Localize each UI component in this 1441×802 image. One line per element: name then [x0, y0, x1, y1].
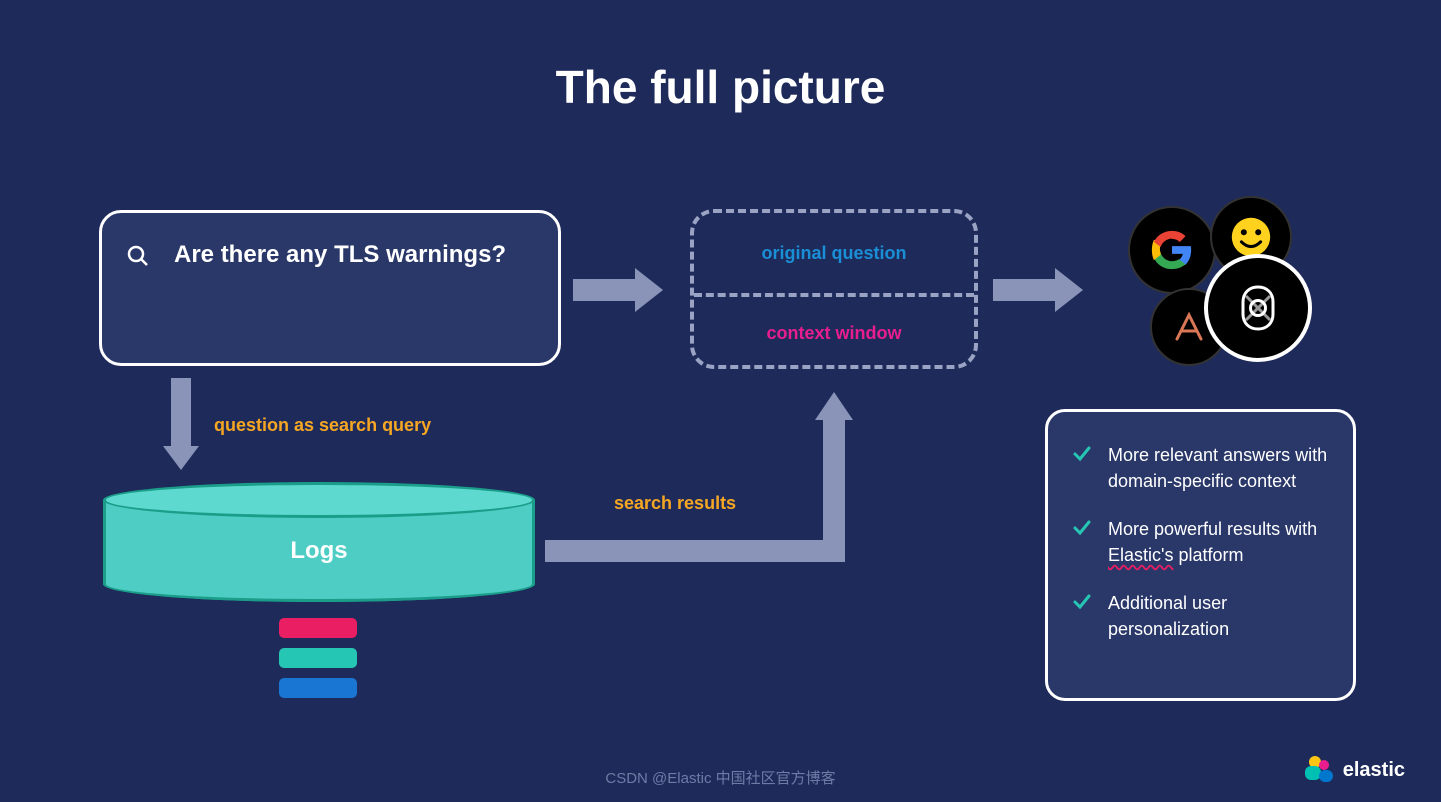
arrow-question-to-logs: [163, 378, 199, 470]
benefit-text: Additional user personalization: [1108, 590, 1329, 642]
search-question-text: Are there any TLS warnings?: [174, 241, 506, 269]
benefit-item: More powerful results with Elastic's pla…: [1072, 516, 1329, 568]
openai-logo-icon: [1204, 254, 1312, 362]
benefit-text: More powerful results with Elastic's pla…: [1108, 516, 1329, 568]
elastic-logo: elastic: [1305, 756, 1405, 784]
benefits-panel: More relevant answers with domain-specif…: [1045, 409, 1356, 701]
elastic-logo-icon: [1305, 756, 1335, 784]
benefit-text: More relevant answers with domain-specif…: [1108, 442, 1329, 494]
check-icon: [1072, 592, 1092, 612]
label-question-as-query: question as search query: [214, 415, 431, 436]
label-search-results: search results: [614, 493, 736, 514]
arrow-question-to-context: [573, 268, 663, 312]
benefit-item: Additional user personalization: [1072, 590, 1329, 642]
benefit-item: More relevant answers with domain-specif…: [1072, 442, 1329, 494]
logs-label: Logs: [103, 537, 535, 565]
footer-attribution: CSDN @Elastic 中国社区官方博客: [0, 767, 1441, 788]
color-legend-bars: [279, 618, 357, 708]
llm-provider-cluster: [1118, 196, 1328, 376]
elastic-wordmark: elastic: [1343, 759, 1405, 782]
check-icon: [1072, 444, 1092, 464]
context-window-section: context window: [694, 293, 974, 373]
arrow-context-to-llm: [993, 268, 1083, 312]
legend-bar-teal: [279, 648, 357, 668]
google-logo-icon: [1128, 206, 1216, 294]
logs-datastore: Logs: [103, 482, 535, 602]
context-divider: [694, 293, 974, 297]
search-question-box: Are there any TLS warnings?: [99, 210, 561, 366]
arrow-results-to-context: [545, 392, 845, 562]
slide-title: The full picture: [0, 60, 1441, 114]
legend-bar-blue: [279, 678, 357, 698]
legend-bar-pink: [279, 618, 357, 638]
original-question-section: original question: [694, 213, 974, 293]
prompt-context-box: original question context window: [690, 209, 978, 369]
check-icon: [1072, 518, 1092, 538]
search-icon: [126, 244, 150, 268]
